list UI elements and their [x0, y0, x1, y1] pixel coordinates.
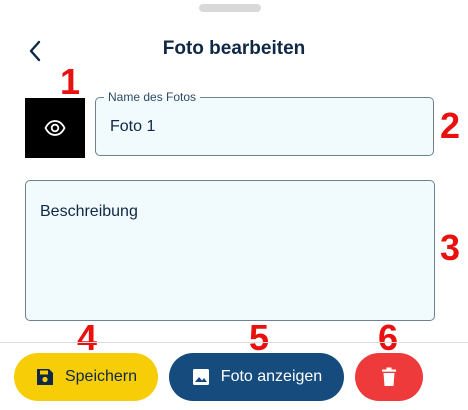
photo-name-field: Name des Fotos	[95, 89, 434, 156]
trash-icon	[381, 367, 397, 387]
annotation-marker-6: 6	[378, 317, 399, 358]
page-title: Foto bearbeiten	[162, 38, 306, 59]
annotation-marker-3: 3	[440, 227, 461, 268]
eye-icon[interactable]	[44, 120, 66, 136]
show-photo-button-label: Foto anzeigen	[220, 368, 323, 385]
annotation-marker-5: 5	[249, 317, 270, 358]
description-field	[25, 180, 435, 321]
annotation-marker-1: 1	[60, 61, 81, 102]
delete-button[interactable]	[355, 353, 423, 401]
show-photo-button[interactable]: Foto anzeigen	[169, 353, 344, 401]
photo-name-input[interactable]	[108, 114, 422, 140]
annotation-marker-2: 2	[440, 105, 461, 146]
annotation-marker-4: 4	[77, 317, 98, 358]
description-input[interactable]	[38, 201, 422, 310]
save-button-label: Speichern	[64, 368, 138, 385]
sheet-drag-handle[interactable]	[199, 4, 261, 12]
save-button[interactable]: Speichern	[14, 353, 158, 401]
image-icon	[191, 367, 211, 387]
photo-thumbnail[interactable]	[25, 98, 85, 158]
save-icon	[35, 367, 55, 387]
divider	[0, 342, 468, 343]
photo-name-label: Name des Fotos	[104, 89, 201, 105]
